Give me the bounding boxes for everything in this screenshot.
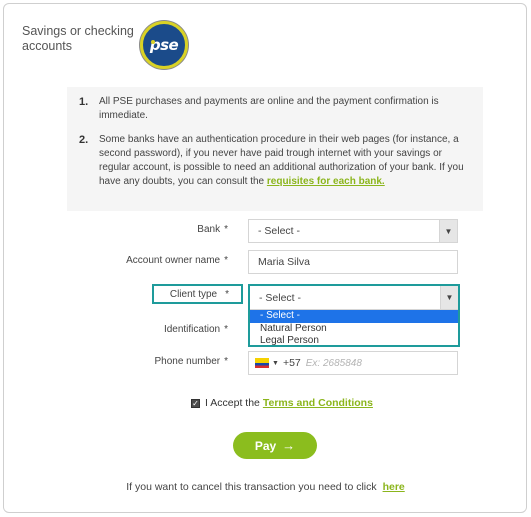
info-number: 1. [79,96,89,108]
info-number: 2. [79,134,89,146]
client-type-label: Client type * [152,284,243,304]
pse-logo: pse [140,21,188,69]
requisites-link[interactable]: requisites for each bank. [267,176,385,187]
terms-prefix: I Accept the [205,397,260,409]
phone-placeholder: Ex: 2685848 [305,357,362,369]
pay-button[interactable]: Pay → [233,432,317,459]
cancel-text: If you want to cancel this transaction y… [126,481,405,493]
bank-select[interactable]: - Select - ▼ [248,219,458,243]
terms-row: ✓ I Accept the Terms and Conditions [191,397,373,409]
chevron-down-icon[interactable]: ▼ [439,220,457,242]
client-type-option[interactable]: Legal Person [250,335,458,348]
terms-checkbox[interactable]: ✓ [191,398,200,408]
page-title: Savings or checking accounts [22,24,134,53]
logo-dot-icon [151,40,155,44]
required-marker: * [224,324,228,335]
owner-label: Account owner name * [126,255,228,266]
bank-select-value: - Select - [258,225,301,237]
required-marker: * [224,255,228,266]
phone-country-code: +57 [282,357,301,369]
pse-logo-text: pse [149,36,179,54]
client-type-option[interactable]: Natural Person [250,323,458,336]
required-marker: * [225,288,229,300]
required-marker: * [224,224,228,235]
owner-name-input[interactable]: Maria Silva [248,250,458,274]
colombia-flag-icon[interactable] [255,358,269,368]
bank-label: Bank * [197,224,228,235]
info-item: 2. Some banks have an authentication pro… [79,133,473,189]
caret-down-icon[interactable]: ▼ [272,360,279,367]
phone-label: Phone number * [154,356,228,367]
phone-input[interactable]: ▼ +57 Ex: 2685848 [248,351,458,375]
client-type-select-head[interactable]: - Select - ▼ [250,286,458,310]
identification-label: Identification * [163,324,228,335]
info-box: 1. All PSE purchases and payments are on… [67,87,483,211]
client-type-option[interactable]: - Select - [250,310,458,323]
client-type-select[interactable]: - Select - ▼ - Select - Natural Person L… [248,284,460,347]
info-item: 1. All PSE purchases and payments are on… [79,95,473,123]
owner-name-value: Maria Silva [258,256,310,268]
cancel-link[interactable]: here [383,481,405,493]
client-type-select-value: - Select - [259,291,302,304]
arrow-right-icon: → [282,438,296,453]
info-text: Some banks have an authentication proced… [99,133,473,189]
terms-link[interactable]: Terms and Conditions [263,397,373,409]
chevron-down-icon[interactable]: ▼ [440,286,458,309]
required-marker: * [224,356,228,367]
info-text: All PSE purchases and payments are onlin… [99,96,439,121]
pay-button-label: Pay [254,438,277,453]
